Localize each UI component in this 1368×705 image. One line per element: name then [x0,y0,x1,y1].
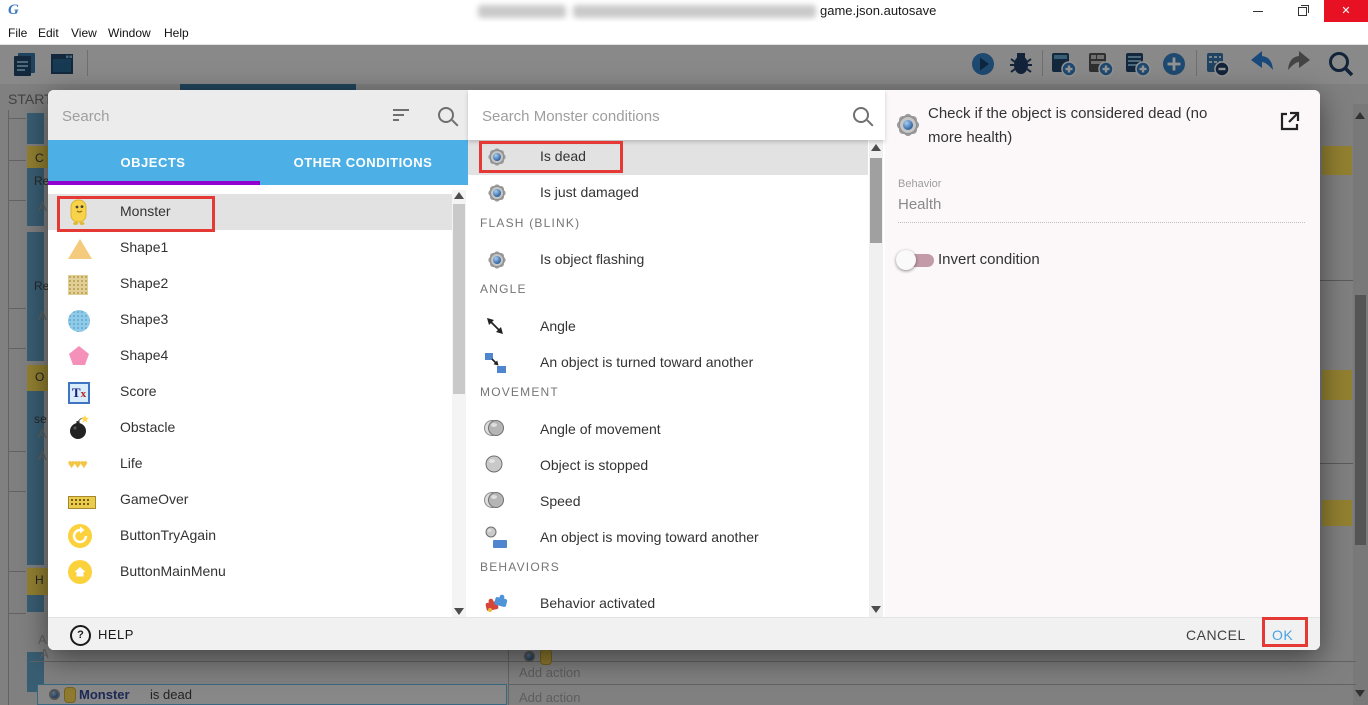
close-button[interactable]: ✕ [1324,0,1368,22]
restore-button[interactable] [1280,0,1324,22]
object-row-shape1[interactable]: Shape1 [48,230,452,266]
cancel-button[interactable]: CANCEL [1186,627,1246,643]
hearts-icon: ♥♥♥ [68,451,96,479]
angle-arrows-icon [484,315,510,339]
redacted-title-segment [573,5,816,18]
choose-condition-dialog: OBJECTS OTHER CONDITIONS Monster Shape1 [48,90,1320,650]
object-selector-panel: OBJECTS OTHER CONDITIONS Monster Shape1 [48,90,469,617]
condition-item-is-just-damaged[interactable]: Is just damaged [468,175,868,211]
menu-bar: File Edit View Window Help [0,22,1368,45]
condition-section-flash: FLASH (BLINK) [480,216,580,236]
triangle-icon [68,235,96,263]
object-search-input[interactable] [60,102,364,130]
help-question-icon[interactable]: ? [70,625,91,646]
tab-objects[interactable]: OBJECTS [48,140,258,185]
text-object-icon: Tx [68,379,96,407]
health-gear-icon [895,112,921,138]
search-icon[interactable] [853,107,869,123]
object-row-life[interactable]: ♥♥♥ Life [48,446,452,482]
object-row-score[interactable]: Tx Score [48,374,452,410]
home-button-icon [68,559,96,587]
tab-other-conditions[interactable]: OTHER CONDITIONS [258,140,468,185]
menu-help[interactable]: Help [164,22,189,44]
condition-section-movement: MOVEMENT [480,385,559,405]
object-row-buttonmainmenu[interactable]: ButtonMainMenu [48,554,452,590]
scroll-down-icon[interactable] [871,606,881,613]
scroll-up-icon[interactable] [454,192,464,199]
banner-icon [68,487,96,515]
toggle-thumb [896,250,916,270]
condition-list-scrollbar[interactable] [869,140,883,617]
object-row-gameover[interactable]: GameOver [48,482,452,518]
condition-section-behaviors: BEHAVIORS [480,560,560,580]
gdevelop-logo-icon: G [8,2,19,19]
invert-condition-toggle[interactable] [898,250,938,270]
condition-detail-panel: Check if the object is considered dead (… [885,90,1320,617]
menu-edit[interactable]: Edit [38,22,59,44]
window-title: game.json.autosave [820,3,936,18]
menu-file[interactable]: File [8,22,27,44]
moving-toward-icon [484,526,510,550]
behavior-field-label: Behavior [898,178,941,190]
condition-search-bar [468,90,885,140]
redacted-title-segment [478,5,566,18]
object-row-shape2[interactable]: Shape2 [48,266,452,302]
object-row-shape4[interactable]: Shape4 [48,338,452,374]
object-row-shape3[interactable]: Shape3 [48,302,452,338]
gdevelop-window: G game.json.autosave ✕ File Edit View Wi… [0,0,1368,705]
speed-icon [484,490,510,514]
scroll-up-icon[interactable] [871,144,881,151]
object-list: Monster Shape1 Shape2 Shape3 [48,185,468,617]
condition-item-moving-toward[interactable]: An object is moving toward another [468,520,868,556]
bomb-icon [68,415,96,443]
filter-icon[interactable] [393,109,409,121]
pentagon-icon [68,343,96,371]
object-row-buttontryagain[interactable]: ButtonTryAgain [48,518,452,554]
search-icon[interactable] [438,107,454,123]
health-gear-icon [484,248,510,272]
condition-item-object-is-stopped[interactable]: Object is stopped [468,448,868,484]
condition-item-angle[interactable]: Angle [468,309,868,345]
annotation-box-is-dead [479,141,623,173]
health-gear-icon [484,181,510,205]
dialog-footer: ? HELP CANCEL OK [48,617,1320,650]
condition-item-is-object-flashing[interactable]: Is object flashing [468,242,868,278]
object-list-scrollbar[interactable] [452,190,466,617]
minimize-button[interactable] [1236,0,1280,22]
annotation-box-monster [57,196,215,232]
condition-item-turned-toward[interactable]: An object is turned toward another [468,345,868,381]
minimize-icon [1253,11,1263,12]
circle-icon [68,307,96,335]
square-icon [68,271,96,299]
scrollbar-thumb[interactable] [453,204,465,394]
condition-item-angle-of-movement[interactable]: Angle of movement [468,412,868,448]
help-button[interactable]: HELP [98,627,134,642]
menu-window[interactable]: Window [108,22,151,44]
open-help-external-icon[interactable] [1278,110,1300,132]
object-search-bar [48,90,468,140]
condition-item-speed[interactable]: Speed [468,484,868,520]
annotation-box-ok [1262,617,1308,647]
behavior-puzzle-icon [484,592,510,616]
condition-description: Check if the object is considered dead (… [928,102,1238,150]
scroll-down-icon[interactable] [454,608,464,615]
stopped-icon [484,454,510,478]
condition-search-input[interactable] [480,102,814,130]
title-bar: G game.json.autosave ✕ [0,0,1368,22]
menu-view[interactable]: View [71,22,97,44]
condition-section-angle: ANGLE [480,282,527,302]
behavior-field-underline [898,202,1305,223]
movement-angle-icon [484,418,510,442]
object-row-obstacle[interactable]: Obstacle [48,410,452,446]
scrollbar-thumb[interactable] [870,158,882,243]
turned-toward-icon [484,351,510,375]
retry-button-icon [68,523,96,551]
selector-tabs: OBJECTS OTHER CONDITIONS [48,140,468,185]
restore-icon [1298,7,1307,16]
invert-condition-label: Invert condition [938,251,1040,268]
